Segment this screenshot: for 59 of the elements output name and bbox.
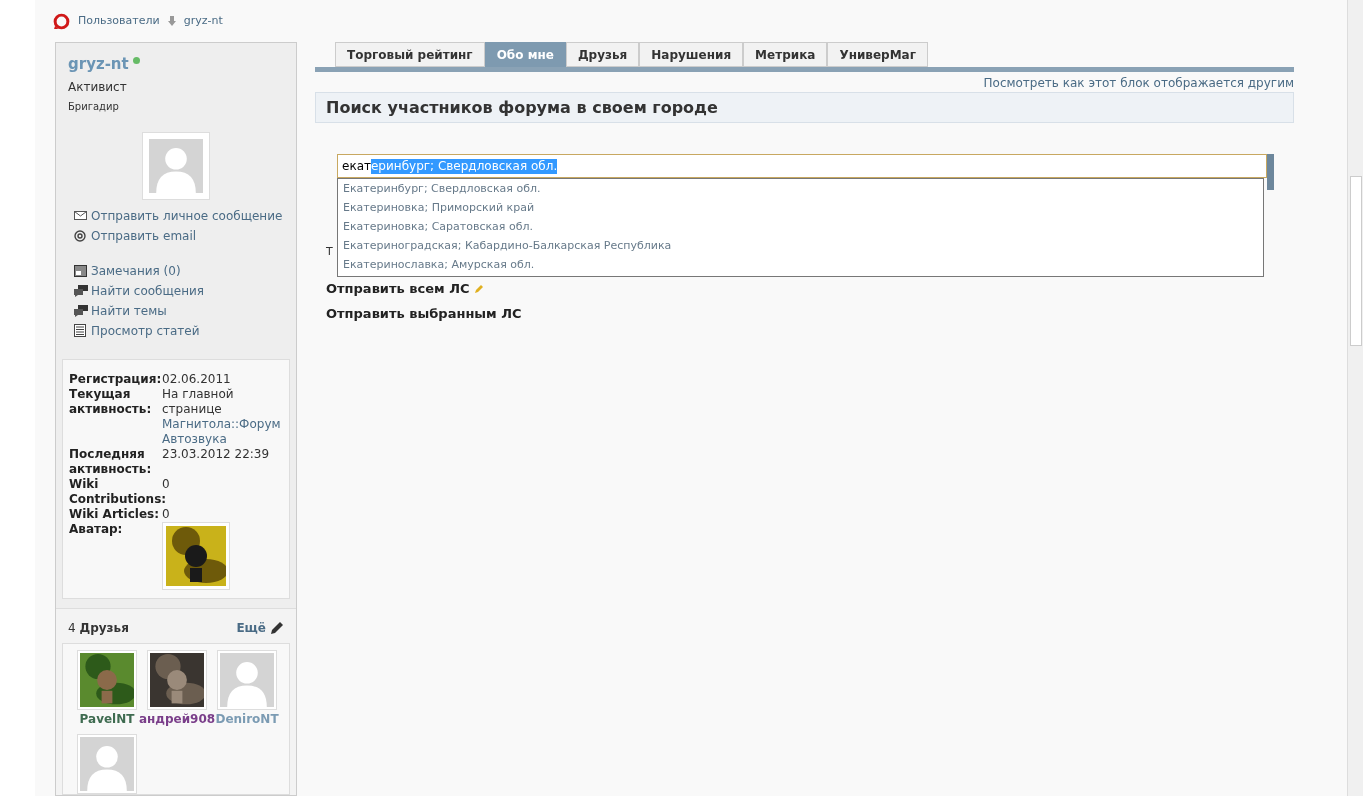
field-button[interactable]	[1267, 154, 1274, 190]
breadcrumb-link[interactable]: Пользователи	[78, 12, 160, 30]
forum-link[interactable]: Магнитола::Форум Автозвука	[162, 416, 283, 447]
view-as-others-link[interactable]: Посмотреть как этот блок отображается другим	[983, 74, 1294, 92]
suggestion-item[interactable]: Екатериновка; Саратовская обл.	[338, 218, 1263, 237]
profile-tab[interactable]: Друзья	[565, 42, 640, 67]
profile-tab[interactable]: Метрика	[743, 42, 828, 67]
chat-icon	[74, 304, 88, 317]
friends-heading: 4 Друзья	[68, 620, 129, 637]
friend-name[interactable]: PavelNT	[79, 710, 135, 728]
profile-action-link[interactable]: Отправить email	[91, 226, 197, 245]
profile-action-link[interactable]: Найти темы	[91, 301, 167, 320]
username: gryz-nt	[68, 54, 129, 75]
section-title: Поиск участников форума в своем городе	[326, 96, 718, 119]
logo-icon	[53, 12, 70, 30]
info-value: 23.03.2012 22:39	[162, 446, 271, 462]
scrollbar[interactable]	[1347, 0, 1363, 796]
pencil-icon	[473, 283, 484, 294]
list-document-icon	[74, 324, 86, 337]
arrow-icon	[167, 16, 176, 26]
default-avatar-icon	[80, 737, 134, 791]
friend-avatar[interactable]	[77, 650, 137, 710]
info-value: На главной странице	[162, 386, 235, 417]
default-avatar-icon	[149, 138, 203, 193]
pencil-icon	[270, 621, 284, 635]
chat-icon	[74, 284, 88, 297]
info-value: 0	[162, 506, 171, 522]
covered-text: Т	[326, 244, 333, 260]
info-label: Текущая активность:	[69, 386, 153, 418]
user-title: Бригадир	[68, 99, 120, 114]
more-link[interactable]: Ещё	[236, 619, 266, 637]
profile-action-link[interactable]: Найти сообщения	[91, 281, 204, 300]
profile-tab[interactable]: Торговый рейтинг	[335, 42, 485, 67]
send-message-link[interactable]: Отправить выбранным ЛС	[326, 303, 522, 324]
suggestion-item[interactable]: Екатериноградская; Кабардино-Балкарская Республика	[338, 237, 1263, 256]
suggestion-item[interactable]: Екатеринославка; Амурская обл.	[338, 256, 1263, 275]
info-label: Последняя активность:	[69, 446, 153, 477]
info-value: 02.06.2011	[162, 371, 232, 387]
typed-text: екат	[342, 158, 371, 174]
profile-tab[interactable]: УниверМаг	[827, 42, 928, 67]
info-label: Аватар:	[69, 521, 124, 538]
friend-name[interactable]: андрей908	[138, 710, 216, 728]
user-rank: Активист	[68, 78, 128, 96]
default-avatar-icon	[220, 653, 274, 707]
send-message-link[interactable]: Отправить всем ЛС	[326, 278, 470, 299]
profile-action-link[interactable]: Отправить личное сообщение	[91, 206, 283, 225]
breadcrumb-link[interactable]: gryz-nt	[183, 12, 223, 30]
info-label: Wiki Articles:	[69, 506, 160, 522]
profile-tab[interactable]: Обо мне	[484, 42, 566, 67]
envelope-icon	[74, 210, 87, 221]
profile-action-link[interactable]: Просмотр статей	[91, 321, 200, 340]
document-icon	[74, 264, 87, 277]
info-label: Регистрация:	[69, 371, 162, 387]
profile-action-link[interactable]: Замечания (0)	[91, 261, 181, 280]
info-value: 0	[162, 476, 171, 492]
profile-tab[interactable]: Нарушения	[639, 42, 744, 67]
friend-avatar[interactable]	[147, 650, 207, 710]
suggestion-item[interactable]: Екатеринбург; Свердловская обл.	[338, 180, 1263, 199]
suggestion-item[interactable]: Екатериновка; Приморский край	[338, 199, 1263, 218]
